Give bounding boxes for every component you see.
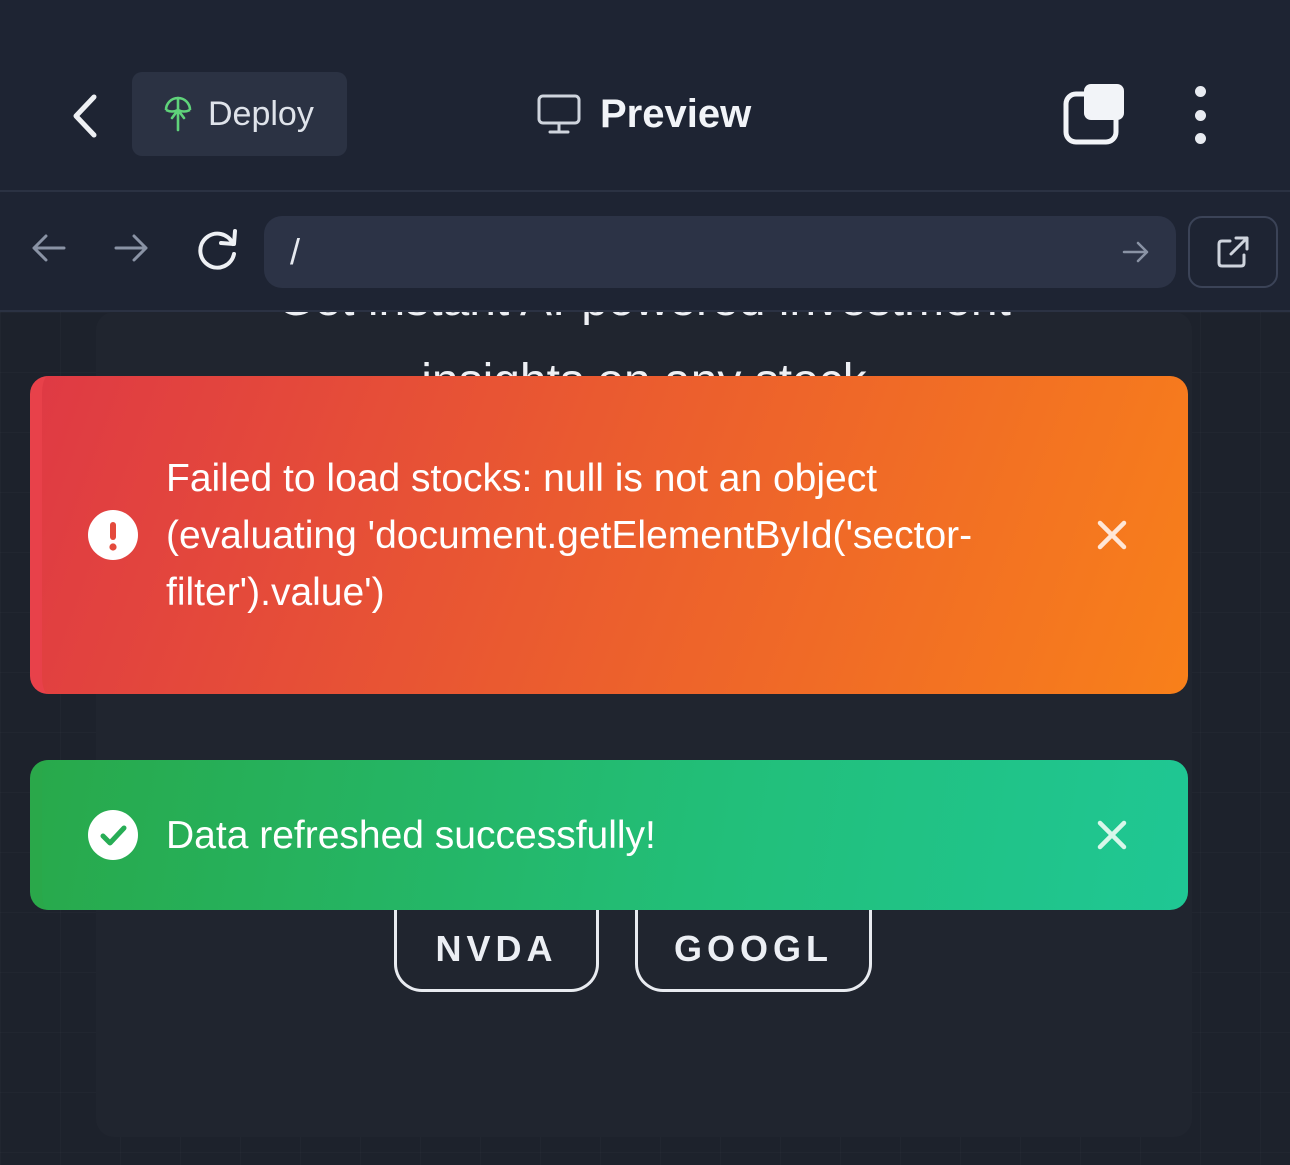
antenna-icon xyxy=(164,96,192,132)
ticker-label: NVDA xyxy=(435,927,558,969)
more-vertical-icon xyxy=(1194,86,1206,97)
deploy-button[interactable]: Deploy xyxy=(132,72,347,156)
browser-forward-button[interactable] xyxy=(112,228,152,268)
tabs-button[interactable] xyxy=(1060,82,1130,148)
check-circle-icon xyxy=(88,810,138,860)
back-button[interactable] xyxy=(60,88,110,144)
ticker-button-googl[interactable]: GOOGL xyxy=(635,908,872,992)
close-icon[interactable] xyxy=(1092,815,1132,855)
monitor-icon xyxy=(537,94,581,134)
arrow-left-icon xyxy=(32,234,66,262)
preview-title: Preview xyxy=(536,84,751,144)
ticker-button-nvda[interactable]: NVDA xyxy=(394,908,599,992)
open-external-button[interactable] xyxy=(1188,216,1278,288)
app-header: Deploy Preview xyxy=(0,0,1290,192)
ticker-label: GOOGL xyxy=(674,927,833,969)
url-input[interactable]: / xyxy=(264,216,1176,288)
reload-icon xyxy=(198,229,237,270)
go-arrow-icon[interactable] xyxy=(1122,238,1150,266)
more-options-button[interactable] xyxy=(1180,82,1220,148)
hero-line-1: Get instant AI-powered investment xyxy=(96,312,1192,330)
success-toast: Data refreshed successfully! xyxy=(30,760,1188,910)
deploy-label: Deploy xyxy=(208,94,314,133)
error-message: Failed to load stocks: null is not an ob… xyxy=(166,456,973,614)
error-toast: Failed to load stocks: null is not an ob… xyxy=(30,376,1188,694)
reload-button[interactable] xyxy=(194,226,240,272)
url-text: / xyxy=(290,231,301,272)
tabs-icon xyxy=(1063,84,1124,145)
chevron-left-icon xyxy=(73,94,97,138)
browser-toolbar: / xyxy=(0,192,1290,312)
browser-back-button[interactable] xyxy=(28,228,68,268)
arrow-right-icon xyxy=(114,234,148,262)
success-message: Data refreshed successfully! xyxy=(166,813,656,857)
page-title: Preview xyxy=(600,91,752,136)
alert-icon xyxy=(88,510,138,560)
close-icon[interactable] xyxy=(1092,515,1132,555)
external-link-icon xyxy=(1217,236,1249,268)
